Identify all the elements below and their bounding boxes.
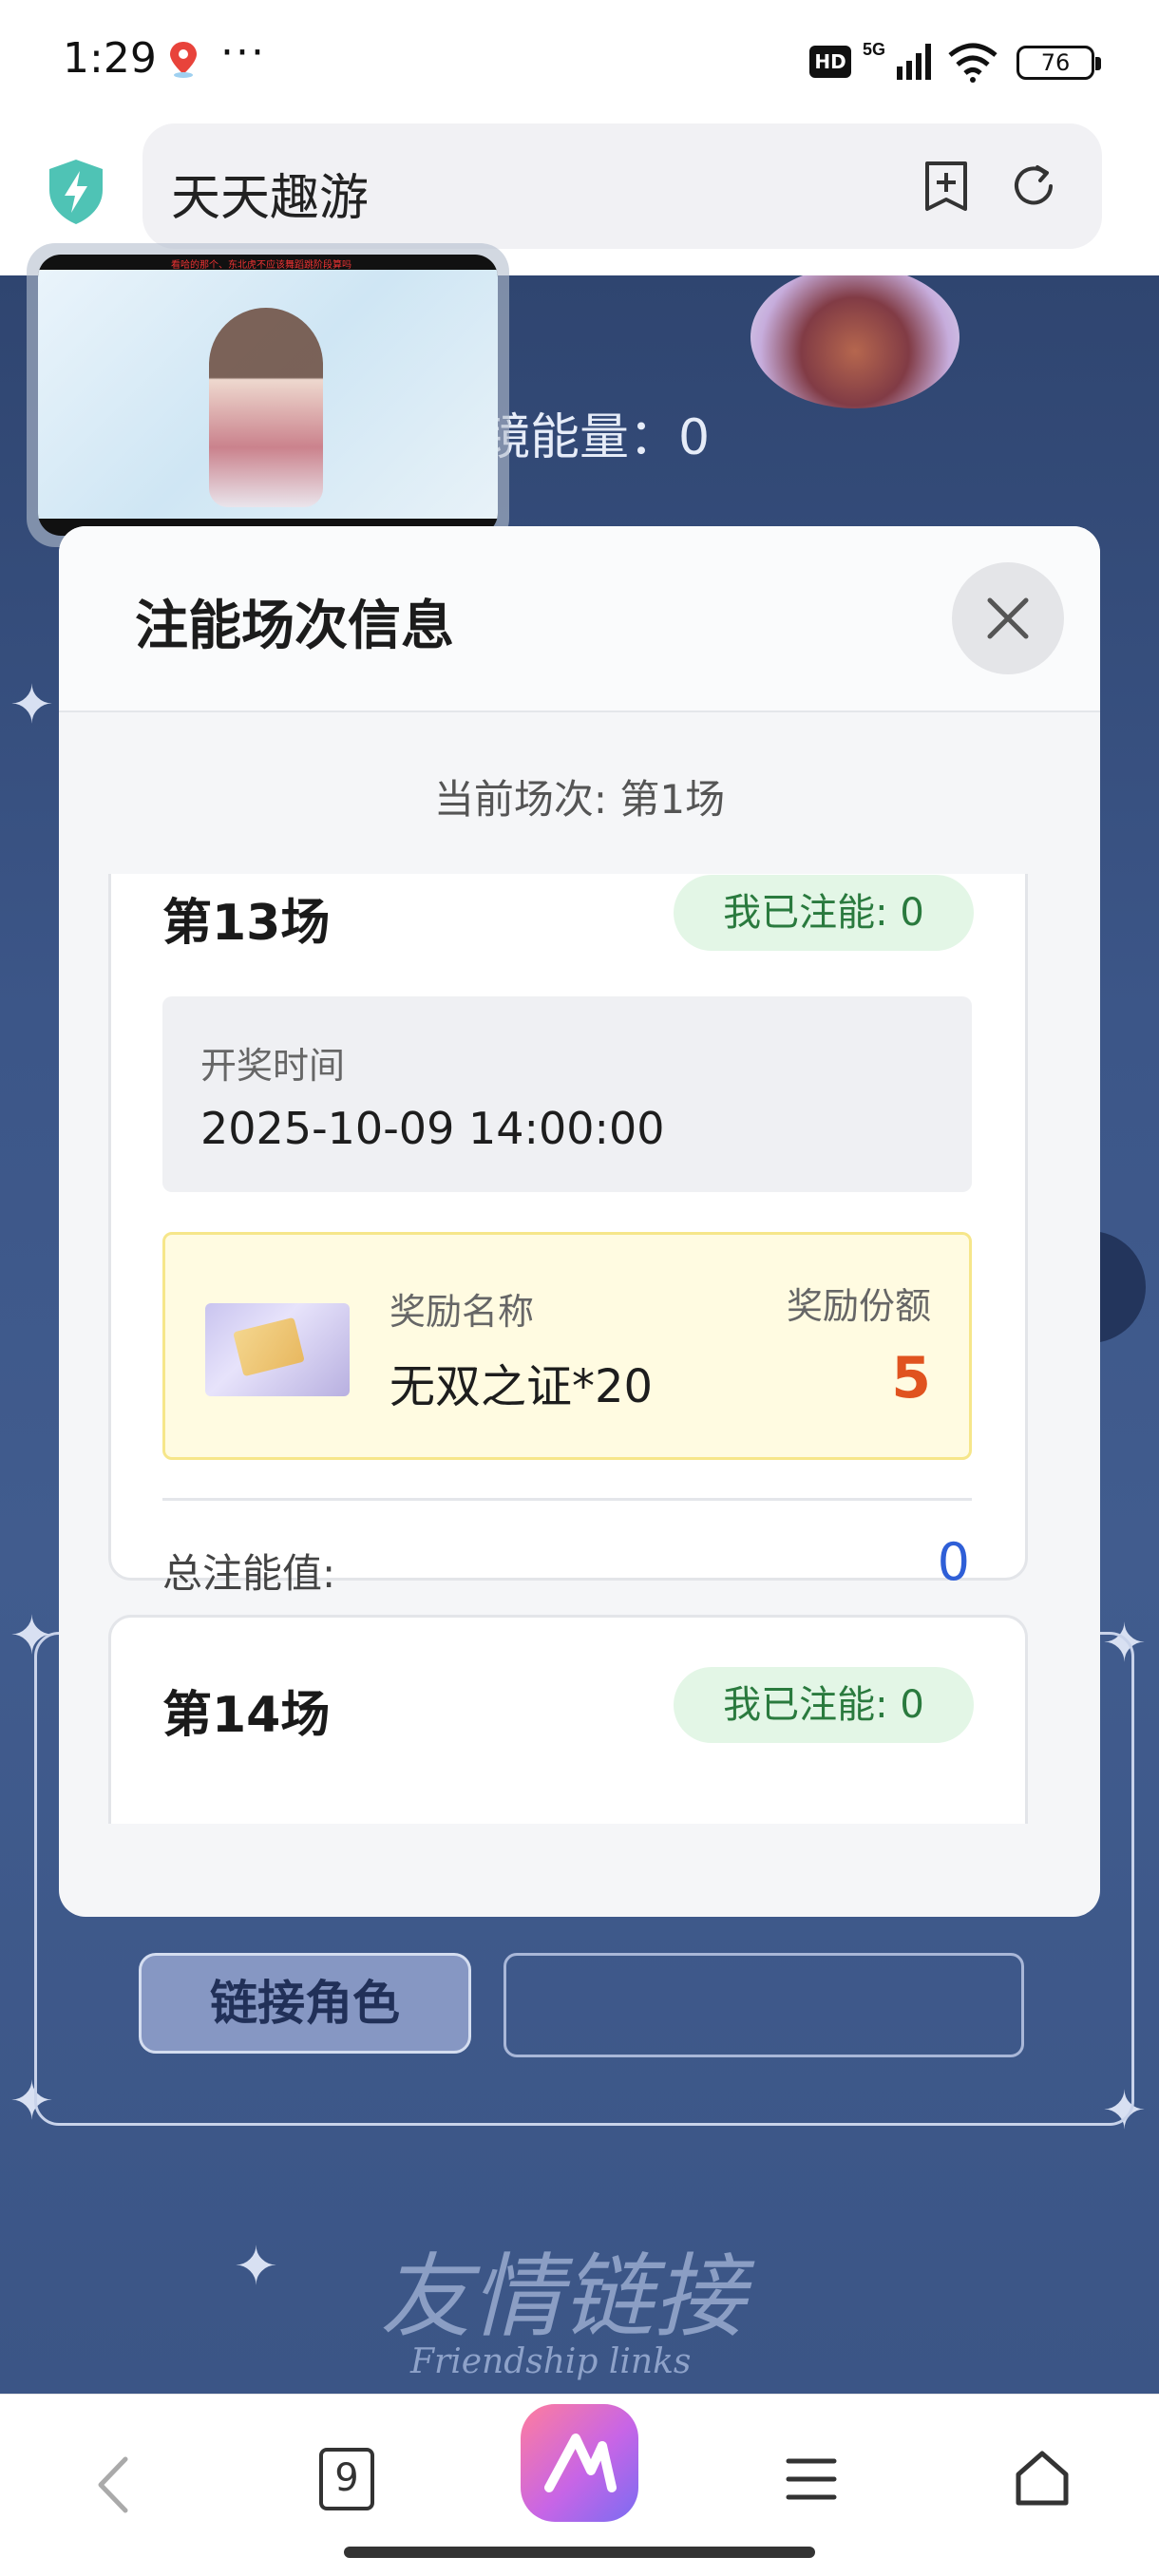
reward-share-label: 奖励份额 — [786, 1285, 931, 1327]
modal-header: 注能场次信息 — [59, 526, 1100, 712]
menu-icon[interactable] — [785, 2453, 838, 2505]
draw-time-value: 2025-10-09 14:00:00 — [200, 1103, 665, 1154]
round-title: 第14场 — [162, 1687, 331, 1744]
reward-name: 无双之证*20 — [390, 1360, 654, 1413]
rounds-list[interactable]: 第13场 我已注能: 0 开奖时间 2025-10-09 14:00:00 奖励… — [59, 874, 1100, 1824]
ai-logo-icon — [544, 2434, 617, 2492]
friendship-subtitle: Friendship links — [410, 2342, 692, 2381]
divider — [162, 1498, 972, 1501]
my-energy-badge: 我已注能: 0 — [674, 1667, 974, 1743]
my-energy-badge: 我已注能: 0 — [674, 875, 974, 951]
sparkle-icon: ✦ — [10, 674, 54, 736]
hd-badge: HD — [809, 46, 851, 78]
status-time: 1:29 — [63, 34, 157, 83]
browser-bottom-nav: 9 — [0, 2394, 1159, 2576]
treasure-box-image — [750, 275, 960, 408]
draw-time-label: 开奖时间 — [200, 1045, 346, 1087]
page-title: 天天趣游 — [171, 170, 370, 227]
energy-rounds-modal: 注能场次信息 当前场次: 第1场 第13场 我已注能: 0 开奖时间 2025-… — [59, 526, 1100, 1917]
shield-icon[interactable] — [46, 158, 106, 226]
floating-video-player[interactable]: 看哈的那个、东北虎不应该舞蹈跳阶段算吗 — [27, 243, 509, 547]
video-screen — [38, 270, 498, 519]
reward-name-label: 奖励名称 — [390, 1291, 535, 1333]
status-bar: 1:29 ··· HD 5G 76 — [0, 0, 1159, 123]
home-indicator[interactable] — [344, 2547, 815, 2558]
round-card: 第14场 我已注能: 0 — [108, 1615, 1028, 1824]
reward-share-value: 5 — [891, 1345, 931, 1411]
reload-icon[interactable] — [1009, 161, 1058, 211]
current-round-label: 当前场次: 第1场 — [433, 776, 726, 823]
back-icon[interactable] — [91, 2453, 135, 2516]
add-bookmark-icon[interactable] — [922, 160, 971, 213]
status-more-dots: ··· — [220, 28, 266, 77]
cellular-signal-icon: 5G — [863, 40, 931, 80]
round-card: 第13场 我已注能: 0 开奖时间 2025-10-09 14:00:00 奖励… — [108, 874, 1028, 1597]
battery-indicator: 76 — [1016, 46, 1101, 80]
home-icon[interactable] — [1013, 2448, 1072, 2509]
video-frame: 看哈的那个、东北虎不应该舞蹈跳阶段算吗 — [38, 255, 498, 536]
modal-title: 注能场次信息 — [135, 596, 454, 657]
close-button[interactable] — [952, 562, 1064, 674]
draw-time-box: 开奖时间 2025-10-09 14:00:00 — [162, 996, 972, 1192]
video-caption: 看哈的那个、东北虎不应该舞蹈跳阶段算吗 — [171, 260, 352, 271]
round-title: 第13场 — [162, 895, 331, 952]
total-energy-label: 总注能值: — [162, 1550, 336, 1597]
link-role-button[interactable]: 链接角色 — [139, 1953, 471, 2054]
wifi-icon — [948, 43, 998, 83]
address-bar[interactable]: 天天趣游 — [142, 123, 1102, 249]
friendship-title: 友情链接 — [380, 2244, 745, 2350]
tabs-button[interactable]: 9 — [319, 2448, 374, 2510]
sparkle-icon: ✦ — [234, 2236, 278, 2298]
reward-box: 奖励名称 无双之证*20 奖励份额 5 — [162, 1232, 972, 1460]
close-icon — [987, 597, 1029, 639]
ai-assistant-button[interactable] — [521, 2404, 638, 2522]
location-icon — [170, 42, 197, 78]
reward-item-image — [205, 1303, 350, 1396]
svg-text:5G: 5G — [863, 40, 885, 59]
character-image — [209, 308, 323, 507]
total-energy-value: 0 — [937, 1532, 970, 1592]
energy-text: 镜能量：0 — [481, 409, 711, 466]
role-input[interactable] — [504, 1953, 1024, 2057]
